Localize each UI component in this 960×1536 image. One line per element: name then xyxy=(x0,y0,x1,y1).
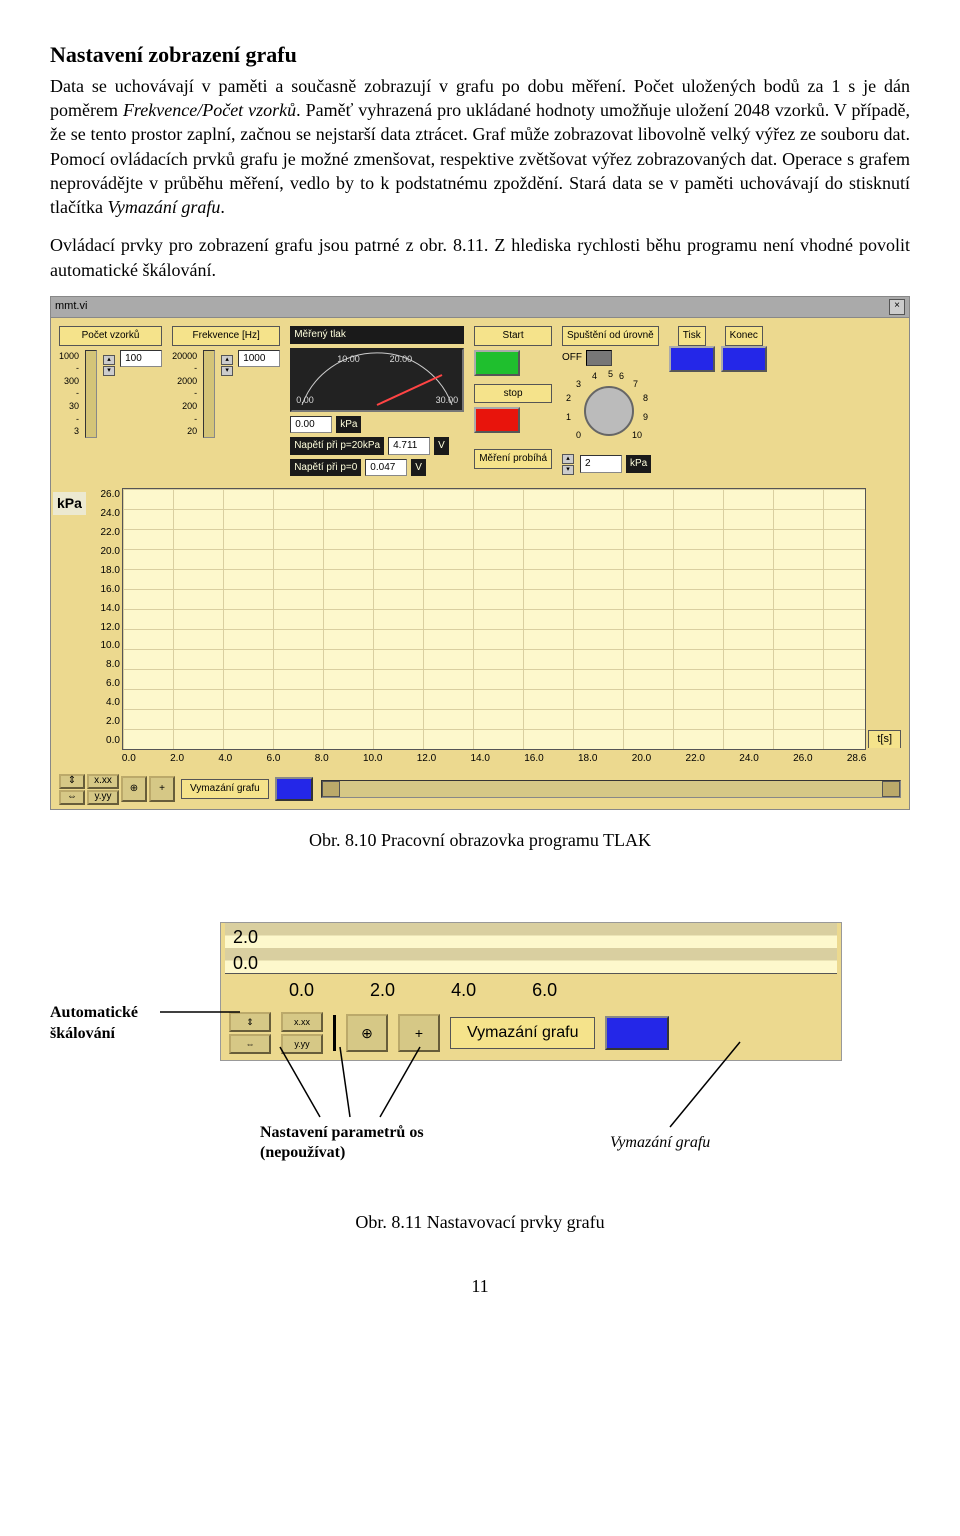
stop-button[interactable] xyxy=(474,407,520,433)
voltage0-value[interactable]: 0.047 xyxy=(365,459,407,477)
pressure-unit: kPa xyxy=(336,416,361,434)
off-label: OFF xyxy=(562,351,582,365)
stop-label: stop xyxy=(474,384,552,404)
frag-autoscale-y[interactable]: ⇕ xyxy=(229,1012,271,1032)
window-title: mmt.vi xyxy=(55,299,87,315)
freq-scale: 20000 - 2000 - 200 - 20 xyxy=(172,350,197,438)
autoscale-x-button[interactable]: ⇔ xyxy=(59,790,85,805)
samples-slider[interactable] xyxy=(85,350,97,438)
window-titlebar: mmt.vi × xyxy=(51,297,909,318)
chart-x-ticks: 0.02.0 4.06.0 8.010.0 12.014.0 16.018.0 … xyxy=(122,750,866,766)
voltage0-label: Napětí při p=0 xyxy=(290,459,361,477)
off-switch[interactable] xyxy=(586,350,612,366)
frag-clear-label: Vymazání grafu xyxy=(450,1017,595,1049)
chart-x-unit: t[s] xyxy=(868,730,901,748)
frag-clear-button[interactable] xyxy=(605,1016,669,1050)
chart-plot-area xyxy=(122,488,866,750)
freq-spinner[interactable]: ▴▾ xyxy=(221,355,233,376)
voltage20-label: Napětí při p=20kPa xyxy=(290,437,384,455)
zoom-button[interactable]: ⊕ xyxy=(121,776,147,802)
paragraph-2: Ovládací prvky pro zobrazení grafu jsou … xyxy=(50,233,910,282)
annot-params-a: Nastavení parametrů os xyxy=(260,1122,424,1144)
frag-format-y[interactable]: y.yy xyxy=(281,1034,323,1054)
annot-params-b: (nepoužívat) xyxy=(260,1142,345,1164)
chart-scrollbar[interactable] xyxy=(321,780,901,798)
paragraph-1: Data se uchovávají v paměti a současně z… xyxy=(50,74,910,220)
figure-caption-1: Obr. 8.10 Pracovní obrazovka programu TL… xyxy=(50,828,910,852)
format-x-button[interactable]: x.xx xyxy=(87,774,119,789)
figure-caption-2: Obr. 8.11 Nastavovací prvky grafu xyxy=(50,1210,910,1234)
samples-spinner[interactable]: ▴▾ xyxy=(103,355,115,376)
page-number: 11 xyxy=(50,1274,910,1298)
format-y-button[interactable]: y.yy xyxy=(87,790,119,805)
samples-label: Počet vzorků xyxy=(59,326,162,346)
level-knob[interactable]: 0 1 2 3 4 5 6 7 8 9 10 xyxy=(562,370,652,450)
frag-pan[interactable]: + xyxy=(398,1014,440,1052)
frag-autoscale-x[interactable]: ⇔ xyxy=(229,1034,271,1054)
frag-x-ticks: 0.02.0 4.06.0 xyxy=(281,974,841,1006)
section-heading: Nastavení zobrazení grafu xyxy=(50,40,910,70)
samples-scale: 1000 - 300 - 30 - 3 xyxy=(59,350,79,438)
measuring-status: Měření probíhá xyxy=(474,449,552,469)
voltage20-value[interactable]: 4.711 xyxy=(388,437,430,455)
knob-value[interactable]: 2 xyxy=(580,455,622,473)
freq-value[interactable]: 1000 xyxy=(238,350,280,368)
frag-zoom[interactable]: ⊕ xyxy=(346,1014,388,1052)
pressure-readout: 0.00 xyxy=(290,416,332,434)
end-label: Konec xyxy=(725,326,763,346)
pressure-gauge: 0.00 10.00 20.00 30.00 xyxy=(290,348,464,412)
trigger-label: Spuštění od úrovně xyxy=(562,326,659,346)
knob-spinner[interactable]: ▴▾ xyxy=(562,454,574,475)
freq-label: Frekvence [Hz] xyxy=(172,326,280,346)
annot-clear: Vymazání grafu xyxy=(610,1132,710,1154)
pan-button[interactable]: + xyxy=(149,776,175,802)
program-window: mmt.vi × Počet vzorků 1000 - 300 - 30 - … xyxy=(50,296,910,810)
close-icon[interactable]: × xyxy=(889,299,905,315)
annot-autoscale: Automatické škálování xyxy=(50,1002,170,1045)
pressure-label: Měřený tlak xyxy=(290,326,464,344)
print-button[interactable] xyxy=(669,346,715,372)
end-button[interactable] xyxy=(721,346,767,372)
autoscale-y-button[interactable]: ⇕ xyxy=(59,774,85,789)
start-label: Start xyxy=(474,326,552,346)
chart-y-unit: kPa xyxy=(53,492,86,515)
clear-label: Vymazání grafu xyxy=(181,779,269,799)
frag-format-x[interactable]: x.xx xyxy=(281,1012,323,1032)
start-button[interactable] xyxy=(474,350,520,376)
chart-y-ticks: 26.024.0 22.020.0 18.016.0 14.012.0 10.0… xyxy=(86,488,120,748)
freq-slider[interactable] xyxy=(203,350,215,438)
clear-button[interactable] xyxy=(275,777,313,801)
frag-plot-area xyxy=(225,923,837,974)
print-label: Tisk xyxy=(678,326,706,346)
samples-value[interactable]: 100 xyxy=(120,350,162,368)
